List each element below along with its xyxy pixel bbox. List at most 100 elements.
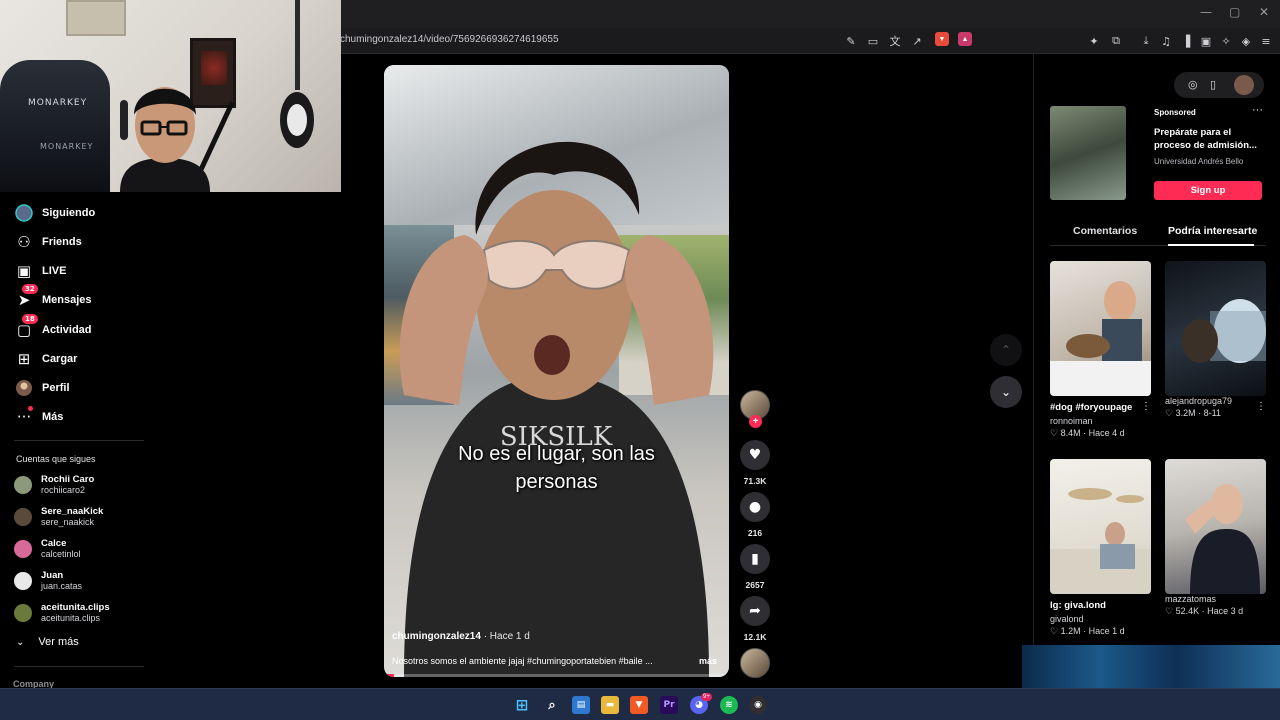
options-icon[interactable]: ⋮ (1256, 401, 1266, 412)
next-video-button[interactable]: ⌄ (990, 376, 1022, 408)
video-time: Hace 1 d (489, 631, 530, 642)
guitar-image (280, 0, 314, 148)
account-name: Sere_naaKick (41, 506, 104, 517)
stats-separator: · (1199, 606, 1208, 616)
brave-shield-icon[interactable]: ▼ (935, 32, 949, 46)
video-author[interactable]: givalond (1050, 614, 1151, 624)
spotify-icon[interactable]: ≋ (720, 696, 738, 714)
save-button[interactable]: ▮ (740, 544, 770, 574)
translate-icon[interactable]: 文 (887, 33, 903, 49)
ad-signup-button[interactable]: Sign up (1154, 181, 1262, 200)
tab-podria-interesarte[interactable]: Podría interesarte (1168, 225, 1257, 237)
messages-badge: 32 (22, 284, 38, 294)
previous-video-button[interactable]: ⌃ (990, 334, 1022, 366)
more-button[interactable]: más (699, 656, 717, 666)
comment-button[interactable]: ● (740, 492, 770, 522)
nav-mas[interactable]: ··· Más (14, 406, 63, 428)
ad-options-icon[interactable]: ··· (1252, 104, 1263, 116)
nav-cargar[interactable]: ⊞ Cargar (14, 348, 78, 370)
obs-icon[interactable]: ◉ (749, 696, 767, 714)
brave-browser-icon[interactable]: ▼ (630, 696, 648, 714)
nav-label: Actividad (42, 324, 92, 336)
cast-icon[interactable]: ▭ (865, 33, 881, 49)
chair-logo: MONARKEY (28, 98, 88, 108)
followed-account[interactable]: Rochii Caro rochiicaro2 (14, 472, 94, 498)
menu-icon[interactable]: ≡ (1258, 33, 1274, 49)
messages-icon: ➤ 32 (14, 284, 38, 310)
minimize-icon[interactable]: — (1200, 5, 1212, 19)
extensions-icon[interactable]: ✦ (1086, 33, 1102, 49)
compass-icon[interactable]: ◎ (1188, 78, 1198, 91)
video-author[interactable]: mazzatomas (1165, 594, 1266, 604)
windows-start-icon[interactable]: ⊞ (513, 696, 531, 714)
video-author[interactable]: alejandropuga79 (1165, 396, 1266, 406)
sidebar-icon[interactable]: ▐ (1178, 33, 1194, 49)
profile-avatar[interactable] (1234, 75, 1254, 95)
video-thumbnail[interactable] (1050, 261, 1151, 396)
video-thumbnail[interactable] (1050, 459, 1151, 594)
recommended-video[interactable]: lg: giva.lond givalond ♡ 1.2M · Hace 1 d (1050, 459, 1151, 637)
leo-icon[interactable]: ✧ (1218, 33, 1234, 49)
video-progress-bar[interactable] (384, 674, 729, 677)
followed-account[interactable]: Calce calcetinlol (14, 536, 81, 562)
maximize-icon[interactable]: ▢ (1229, 5, 1240, 19)
right-panel: ◎ ▯ Sponsored ··· Prepárate para el proc… (1033, 54, 1280, 688)
nav-friends[interactable]: ⚇ Friends (14, 231, 82, 253)
nav-actividad[interactable]: ▢ 18 Actividad (14, 314, 92, 341)
vpn-icon[interactable]: ◈ (1238, 33, 1254, 49)
followed-account[interactable]: Juan juan.catas (14, 568, 82, 594)
bookmark-icon: ▮ (751, 551, 759, 567)
file-explorer-icon[interactable]: ▬ (601, 696, 619, 714)
search-icon[interactable]: ⌕ (543, 696, 561, 714)
share-icon[interactable]: ↗ (909, 33, 925, 49)
widgets-icon[interactable]: ▤ (572, 696, 590, 714)
nav-siguiendo[interactable]: Siguiendo (14, 202, 95, 224)
nav-mensajes[interactable]: ➤ 32 Mensajes (14, 284, 92, 311)
followed-account[interactable]: Sere_naaKick sere_naakick (14, 504, 103, 530)
video-thumbnail[interactable] (1165, 459, 1266, 594)
recommended-video[interactable]: ⋮ alejandropuga79 ♡ 3.2M · 8-11 (1165, 261, 1266, 419)
heart-outline-icon: ♡ (1165, 408, 1176, 418)
recommended-video[interactable]: #dog #foryoupage ⋮ ronnoiman ♡ 8.4M · Ha… (1050, 261, 1151, 439)
options-icon[interactable]: ⋮ (1141, 401, 1151, 412)
like-button[interactable]: ♥ (740, 440, 770, 470)
webcam-overlay: MONARKEY MONARKEY (0, 0, 341, 192)
following-avatar-icon (14, 203, 34, 223)
sound-avatar[interactable] (740, 648, 770, 678)
reader-icon[interactable]: ✎ (843, 33, 859, 49)
media-icon[interactable]: ♫ (1158, 33, 1174, 49)
share-button[interactable]: ➦ (740, 596, 770, 626)
followed-account[interactable]: aceitunita.clips aceitunita.clips (14, 600, 110, 626)
ad-title[interactable]: Prepárate para el proceso de admisión... (1154, 126, 1264, 152)
close-icon[interactable]: ✕ (1259, 5, 1269, 19)
video-author[interactable]: ronnoiman (1050, 416, 1151, 426)
more-dot (28, 406, 33, 411)
premiere-icon[interactable]: Pr (660, 696, 678, 714)
follow-plus-icon[interactable]: + (749, 415, 762, 428)
tab-comentarios[interactable]: Comentarios (1073, 225, 1137, 237)
post-time: Hace 4 d (1088, 428, 1125, 438)
account-handle: sere_naakick (41, 517, 95, 527)
wallet-icon[interactable]: ▣ (1198, 33, 1214, 49)
left-sidebar: Siguiendo ⚇ Friends ▣ LIVE ➤ 32 Mensajes … (0, 192, 341, 689)
nav-label: Friends (42, 236, 82, 248)
downloads-icon[interactable]: ⤓ (1138, 33, 1154, 49)
brave-rewards-icon[interactable]: ▲ (958, 32, 972, 46)
nav-perfil[interactable]: Perfil (14, 377, 70, 399)
video-author[interactable]: chumingonzalez14 (392, 631, 481, 642)
phone-icon[interactable]: ▯ (1210, 78, 1216, 91)
post-time: 8-11 (1203, 408, 1221, 418)
see-more-button[interactable]: ⌄ Ver más (16, 636, 79, 648)
video-thumbnail[interactable] (1165, 261, 1266, 396)
divider (14, 440, 144, 441)
bookmark-icon[interactable]: ⧉ (1108, 33, 1124, 49)
chair-logo-lower: MONARKEY (40, 142, 94, 151)
streamer-image (120, 87, 210, 192)
recommended-video[interactable]: mazzatomas ♡ 52.4K · Hace 3 d (1165, 459, 1266, 617)
nav-live[interactable]: ▣ LIVE (14, 260, 67, 282)
url-text[interactable]: chumingonzalez14/video/75692669362746196… (340, 34, 559, 45)
video-stats: ♡ 8.4M · Hace 4 d (1050, 428, 1151, 439)
heart-icon: ♥ (748, 447, 762, 463)
video-player[interactable]: SIKSILK No es el lugar, son las personas… (384, 65, 729, 677)
ad-thumbnail[interactable] (1050, 106, 1126, 200)
